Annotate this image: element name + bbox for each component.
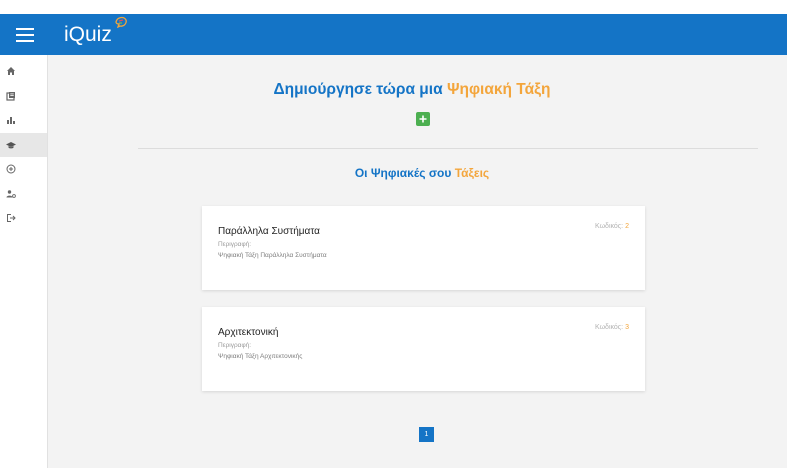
- app-logo[interactable]: iQuiz: [64, 16, 127, 46]
- bar-chart-icon: [7, 117, 15, 125]
- class-code-label: Κωδικός:: [595, 324, 624, 331]
- class-title: Παράλληλα Συστήματα: [218, 226, 320, 237]
- sidebar-item-add[interactable]: [0, 157, 47, 182]
- graduation-cap-icon: [6, 141, 16, 149]
- sidebar-item-user-settings[interactable]: [0, 182, 47, 207]
- hamburger-menu-icon: [16, 27, 34, 42]
- class-description: Ψηφιακή Τάξη Αρχιτεκτονικής: [218, 353, 303, 360]
- library-icon: [6, 91, 15, 101]
- class-code-label: Κωδικός:: [595, 223, 624, 230]
- menu-button[interactable]: [0, 14, 50, 55]
- class-description-label: Περιγραφή:: [218, 342, 252, 349]
- class-card[interactable]: Αρχιτεκτονική Κωδικός: 3 Περιγραφή: Ψηφι…: [202, 307, 645, 391]
- app-title: iQuiz: [64, 23, 112, 46]
- sidebar-item-library[interactable]: [0, 84, 47, 109]
- sidebar-item-home[interactable]: [0, 59, 47, 84]
- create-class-button[interactable]: [416, 112, 430, 126]
- sidebar: [0, 55, 48, 468]
- page-title-highlight: Ψηφιακή Τάξη: [446, 81, 551, 98]
- class-title: Αρχιτεκτονική: [218, 327, 279, 338]
- class-code: Κωδικός: 3: [595, 324, 629, 331]
- logo-mark-icon: [115, 16, 127, 28]
- section-title: Οι Ψηφιακές σου Τάξεις: [49, 166, 787, 180]
- page-title: Δημιούργησε τώρα μια Ψηφιακή Τάξη: [49, 81, 775, 99]
- section-divider: [138, 148, 758, 149]
- home-icon: [7, 67, 15, 76]
- pagination-page-button[interactable]: 1: [419, 427, 434, 442]
- window-top-strip: [0, 0, 787, 14]
- class-code-value: 3: [625, 324, 629, 331]
- main-content: Δημιούργησε τώρα μια Ψηφιακή Τάξη Οι Ψηφ…: [49, 55, 787, 468]
- app-bar: iQuiz: [0, 14, 787, 55]
- page-title-prefix: Δημιούργησε τώρα μια: [273, 81, 443, 98]
- add-circle-icon: [6, 164, 16, 174]
- section-title-highlight: Τάξεις: [454, 166, 490, 180]
- sidebar-item-statistics[interactable]: [0, 108, 47, 133]
- plus-icon: [419, 115, 427, 123]
- user-settings-icon: [6, 190, 16, 198]
- sidebar-item-classes[interactable]: [0, 132, 47, 157]
- class-description: Ψηφιακή Τάξη Παράλληλα Συστήματα: [218, 252, 327, 259]
- class-description-label: Περιγραφή:: [218, 241, 252, 248]
- class-code-value: 2: [625, 223, 629, 230]
- class-card[interactable]: Παράλληλα Συστήματα Κωδικός: 2 Περιγραφή…: [202, 206, 645, 290]
- class-code: Κωδικός: 2: [595, 223, 629, 230]
- section-title-prefix: Οι Ψηφιακές σου: [354, 166, 452, 180]
- sidebar-item-logout[interactable]: [0, 206, 47, 231]
- logout-icon: [7, 214, 16, 223]
